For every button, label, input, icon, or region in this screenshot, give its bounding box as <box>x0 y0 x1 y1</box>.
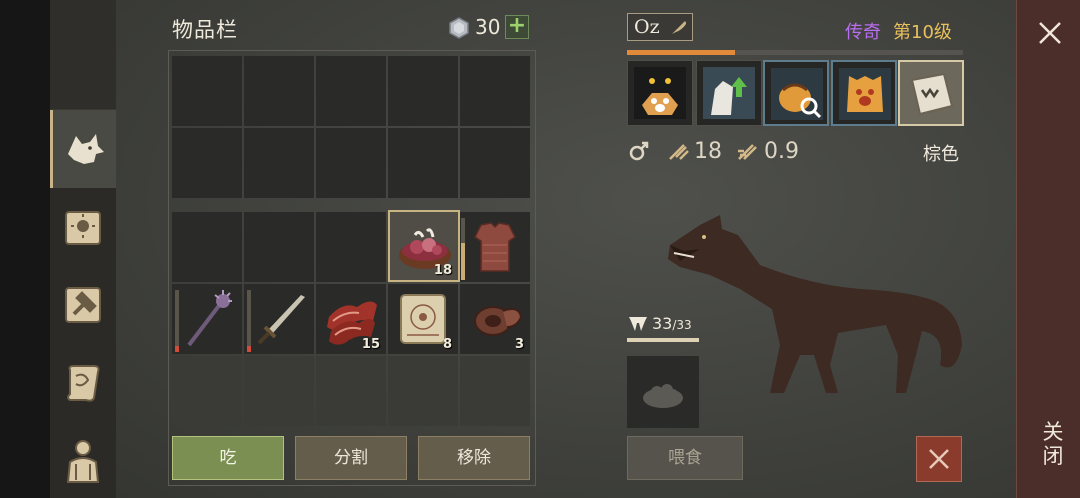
sun-book-icon <box>65 211 101 245</box>
skill-slot-3[interactable] <box>763 60 829 126</box>
sword-icon <box>257 295 305 345</box>
eat-button[interactable]: 吃 <box>172 436 284 480</box>
attack-speed-stat: 0.9 <box>736 138 799 164</box>
split-button[interactable]: 分割 <box>295 436 407 480</box>
scroll-icon <box>67 365 100 402</box>
attack-speed-value: 0.9 <box>764 138 799 164</box>
inventory-slot[interactable] <box>388 356 458 426</box>
close-label: 关闭 <box>1042 420 1064 468</box>
left-edge <box>0 0 50 498</box>
skill-slot-1[interactable] <box>627 60 693 126</box>
pet-level: 第10级 <box>893 22 952 43</box>
hammer-icon <box>65 287 101 323</box>
feed-button[interactable]: 喂食 <box>627 436 743 480</box>
inventory-slot[interactable] <box>172 56 242 126</box>
skill-slot-4[interactable] <box>831 60 897 126</box>
currency-count: 30 <box>475 15 501 39</box>
wolf-head-icon <box>67 134 104 164</box>
inventory-slot[interactable] <box>460 128 530 198</box>
inventory-slot-chainmail-armor[interactable] <box>460 212 530 282</box>
tab-character[interactable] <box>50 422 116 498</box>
skill-slot-5[interactable] <box>898 60 964 126</box>
inventory-slot[interactable] <box>244 212 314 282</box>
inventory-slot-leather-roll[interactable]: 3 <box>460 284 530 354</box>
chainmail-armor-icon <box>474 222 516 272</box>
close-icon[interactable] <box>1037 20 1063 46</box>
tab-crafting[interactable] <box>50 266 116 344</box>
inventory-title: 物品栏 <box>172 18 238 42</box>
add-currency-button[interactable]: + <box>505 15 529 39</box>
male-icon <box>629 141 649 161</box>
food-bowl-icon <box>643 384 683 408</box>
fang-book-icon <box>910 72 954 116</box>
gem-icon <box>449 17 469 39</box>
shadow-paw-icon <box>634 67 686 119</box>
hunger-current: 33 <box>652 314 673 333</box>
hunger-value: 33/33 <box>652 314 692 333</box>
inventory-slot[interactable] <box>172 356 242 426</box>
item-quantity: 8 <box>442 337 452 352</box>
inventory-slot-sword[interactable] <box>244 284 314 354</box>
close-icon <box>929 449 949 469</box>
inventory-slot-spiked-mace[interactable] <box>172 284 242 354</box>
inventory-slot[interactable] <box>460 56 530 126</box>
tab-skills-book[interactable] <box>50 188 116 266</box>
hunger-bar <box>627 338 699 342</box>
inventory-slot[interactable] <box>244 56 314 126</box>
fur-color-label: 棕色 <box>923 144 959 165</box>
inventory-slot[interactable] <box>316 212 386 282</box>
inventory-slot[interactable] <box>316 56 386 126</box>
bag-search-icon <box>771 68 823 120</box>
inventory-slot[interactable] <box>172 128 242 198</box>
inventory-slot[interactable] <box>388 56 458 126</box>
rail-header <box>50 0 116 110</box>
pet-name: Oz <box>634 16 660 38</box>
food-slot[interactable] <box>627 356 699 428</box>
side-tab-rail <box>50 0 116 498</box>
inventory-slot[interactable] <box>244 356 314 426</box>
paw-shield-icon <box>839 68 891 120</box>
attack-value: 18 <box>694 138 722 164</box>
inventory-slot-raw-meat-bowl[interactable]: 18 <box>388 210 460 282</box>
inventory-slot[interactable] <box>388 128 458 198</box>
rename-feather-icon <box>672 21 686 34</box>
skill-slot-2[interactable] <box>696 60 762 126</box>
item-quantity: 15 <box>361 337 380 352</box>
pet-name-field[interactable]: Oz <box>627 13 693 41</box>
remove-button[interactable]: 移除 <box>418 436 530 480</box>
xp-bar-fill <box>627 50 735 55</box>
item-quantity: 3 <box>514 337 524 352</box>
fang-hunger-icon <box>629 317 647 331</box>
inventory-slot[interactable] <box>316 128 386 198</box>
inventory-slot-recipe-scroll[interactable]: 8 <box>388 284 458 354</box>
hunger-max: /33 <box>672 318 692 332</box>
inventory-slot[interactable] <box>460 356 530 426</box>
xp-bar <box>627 50 963 55</box>
character-icon <box>66 440 100 483</box>
inventory-slot[interactable] <box>172 212 242 282</box>
claw-attack-icon <box>669 144 689 160</box>
tab-recipes[interactable] <box>50 344 116 422</box>
wolf-portrait <box>668 215 962 393</box>
wolf-upgrade-icon <box>703 67 755 119</box>
gender-stat <box>627 138 651 164</box>
release-pet-button[interactable] <box>916 436 962 482</box>
inventory-slot-bacon-strips[interactable]: 15 <box>316 284 386 354</box>
pet-rarity: 传奇 <box>845 22 881 43</box>
inventory-slot[interactable] <box>244 128 314 198</box>
close-panel[interactable]: 关闭 <box>1016 0 1080 498</box>
attack-speed-icon <box>738 144 757 160</box>
tab-pet[interactable] <box>50 110 116 188</box>
item-quantity: 18 <box>433 263 452 278</box>
inventory-slot[interactable] <box>316 356 386 426</box>
spiked-mace-icon <box>187 290 232 347</box>
attack-stat: 18 <box>666 138 722 164</box>
